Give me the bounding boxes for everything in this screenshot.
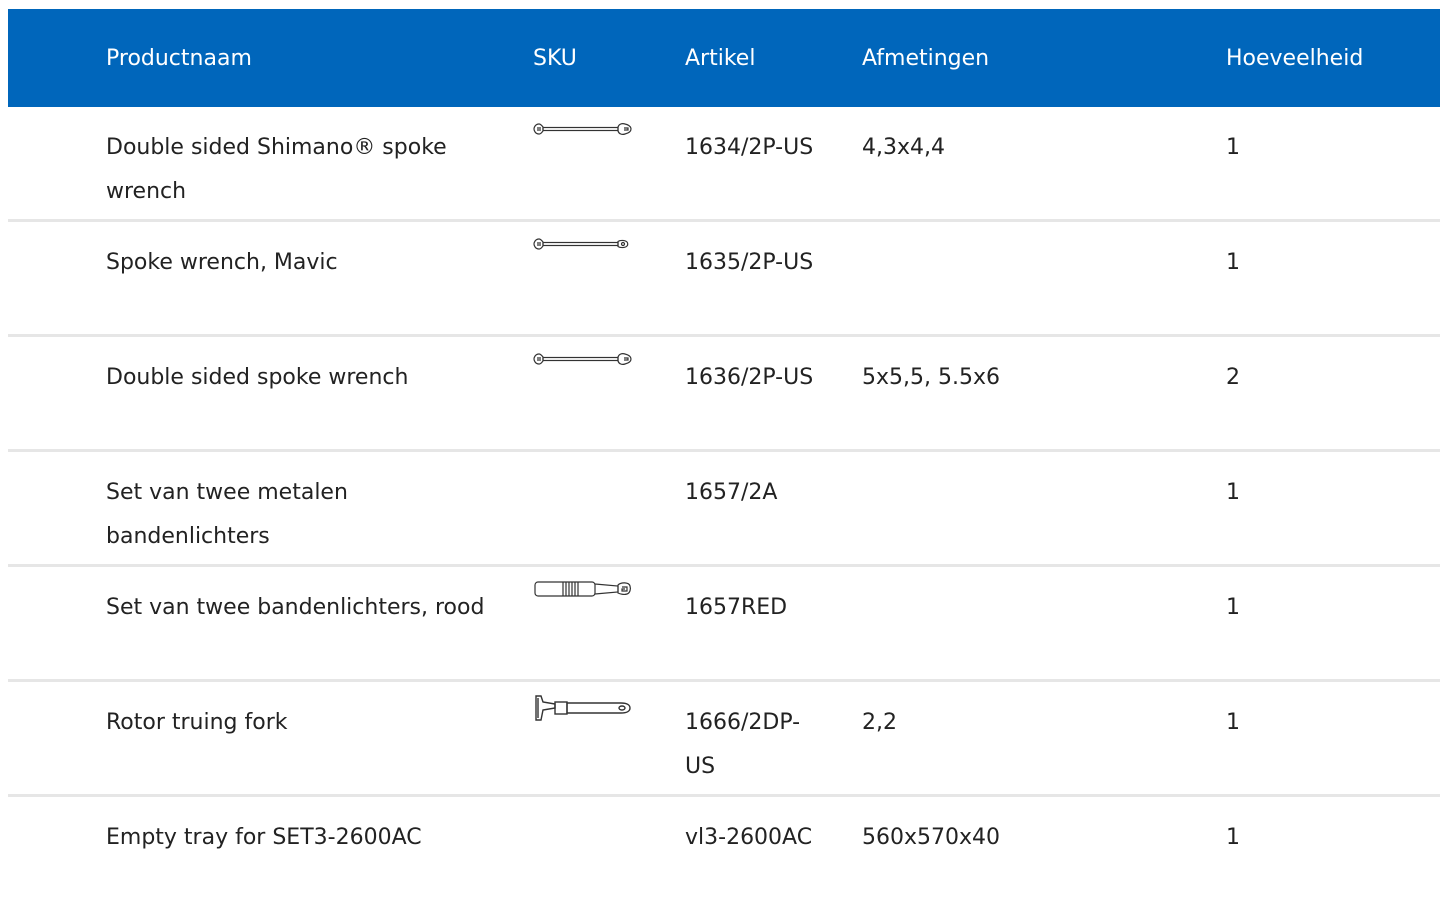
table-row: Double sided Shimano® spoke wrench 1634/… xyxy=(8,107,1440,222)
table-row: Rotor truing fork 1666/2DP-US 2,2 1 xyxy=(8,682,1440,797)
table-row: Set van twee bandenlichters, rood 1657RE… xyxy=(8,567,1440,682)
article-number: 1657/2A xyxy=(685,480,778,505)
quantity: 1 xyxy=(1226,825,1240,850)
product-name: Double sided spoke wrench xyxy=(106,365,409,390)
table-row: Set van twee metalen bandenlichters 1657… xyxy=(8,452,1440,567)
dimensions: 2,2 xyxy=(862,710,897,735)
double-spoke-wrench-icon xyxy=(533,347,633,387)
article-number: 1634/2P-US xyxy=(685,135,814,160)
article-number: 1636/2P-US xyxy=(685,365,814,390)
dimensions: 5x5,5, 5.5x6 xyxy=(862,365,1000,390)
sku-image-placeholder xyxy=(533,462,633,502)
quantity: 1 xyxy=(1226,250,1240,275)
header-dimensions[interactable]: Afmetingen xyxy=(862,45,989,73)
header-product-name[interactable]: Productnaam xyxy=(106,45,252,73)
quantity: 1 xyxy=(1226,480,1240,505)
sku-image-placeholder xyxy=(533,807,633,847)
mavic-spoke-wrench-icon xyxy=(533,232,633,272)
header-sku[interactable]: SKU xyxy=(533,45,577,73)
table-row: Empty tray for SET3-2600AC vl3-2600AC 56… xyxy=(8,797,1440,909)
product-name: Set van twee metalen bandenlichters xyxy=(106,480,348,549)
product-name: Empty tray for SET3-2600AC xyxy=(106,825,422,850)
dimensions: 4,3x4,4 xyxy=(862,135,945,160)
double-spoke-wrench-icon xyxy=(533,117,633,157)
quantity: 1 xyxy=(1226,135,1240,160)
article-number: vl3-2600AC xyxy=(685,825,813,850)
product-name: Spoke wrench, Mavic xyxy=(106,250,338,275)
rotor-truing-fork-icon xyxy=(533,692,633,732)
article-number: 1657RED xyxy=(685,595,788,620)
article-number: 1666/2DP-US xyxy=(685,710,801,779)
product-name: Rotor truing fork xyxy=(106,710,288,735)
tire-lever-icon xyxy=(533,577,633,617)
header-article[interactable]: Artikel xyxy=(685,45,755,73)
table-row: Double sided spoke wrench 1636/2P-US 5x5… xyxy=(8,337,1440,452)
product-name: Set van twee bandenlichters, rood xyxy=(106,595,485,620)
table-row: Spoke wrench, Mavic 1635/2P-US 1 xyxy=(8,222,1440,337)
quantity: 2 xyxy=(1226,365,1240,390)
article-number: 1635/2P-US xyxy=(685,250,814,275)
header-quantity[interactable]: Hoeveelheid xyxy=(1226,45,1363,73)
quantity: 1 xyxy=(1226,595,1240,620)
quantity: 1 xyxy=(1226,710,1240,735)
product-name: Double sided Shimano® spoke wrench xyxy=(106,135,447,204)
table-header: Productnaam SKU Artikel Afmetingen Hoeve… xyxy=(8,9,1440,107)
dimensions: 560x570x40 xyxy=(862,825,1001,850)
product-table: Productnaam SKU Artikel Afmetingen Hoeve… xyxy=(8,9,1440,909)
